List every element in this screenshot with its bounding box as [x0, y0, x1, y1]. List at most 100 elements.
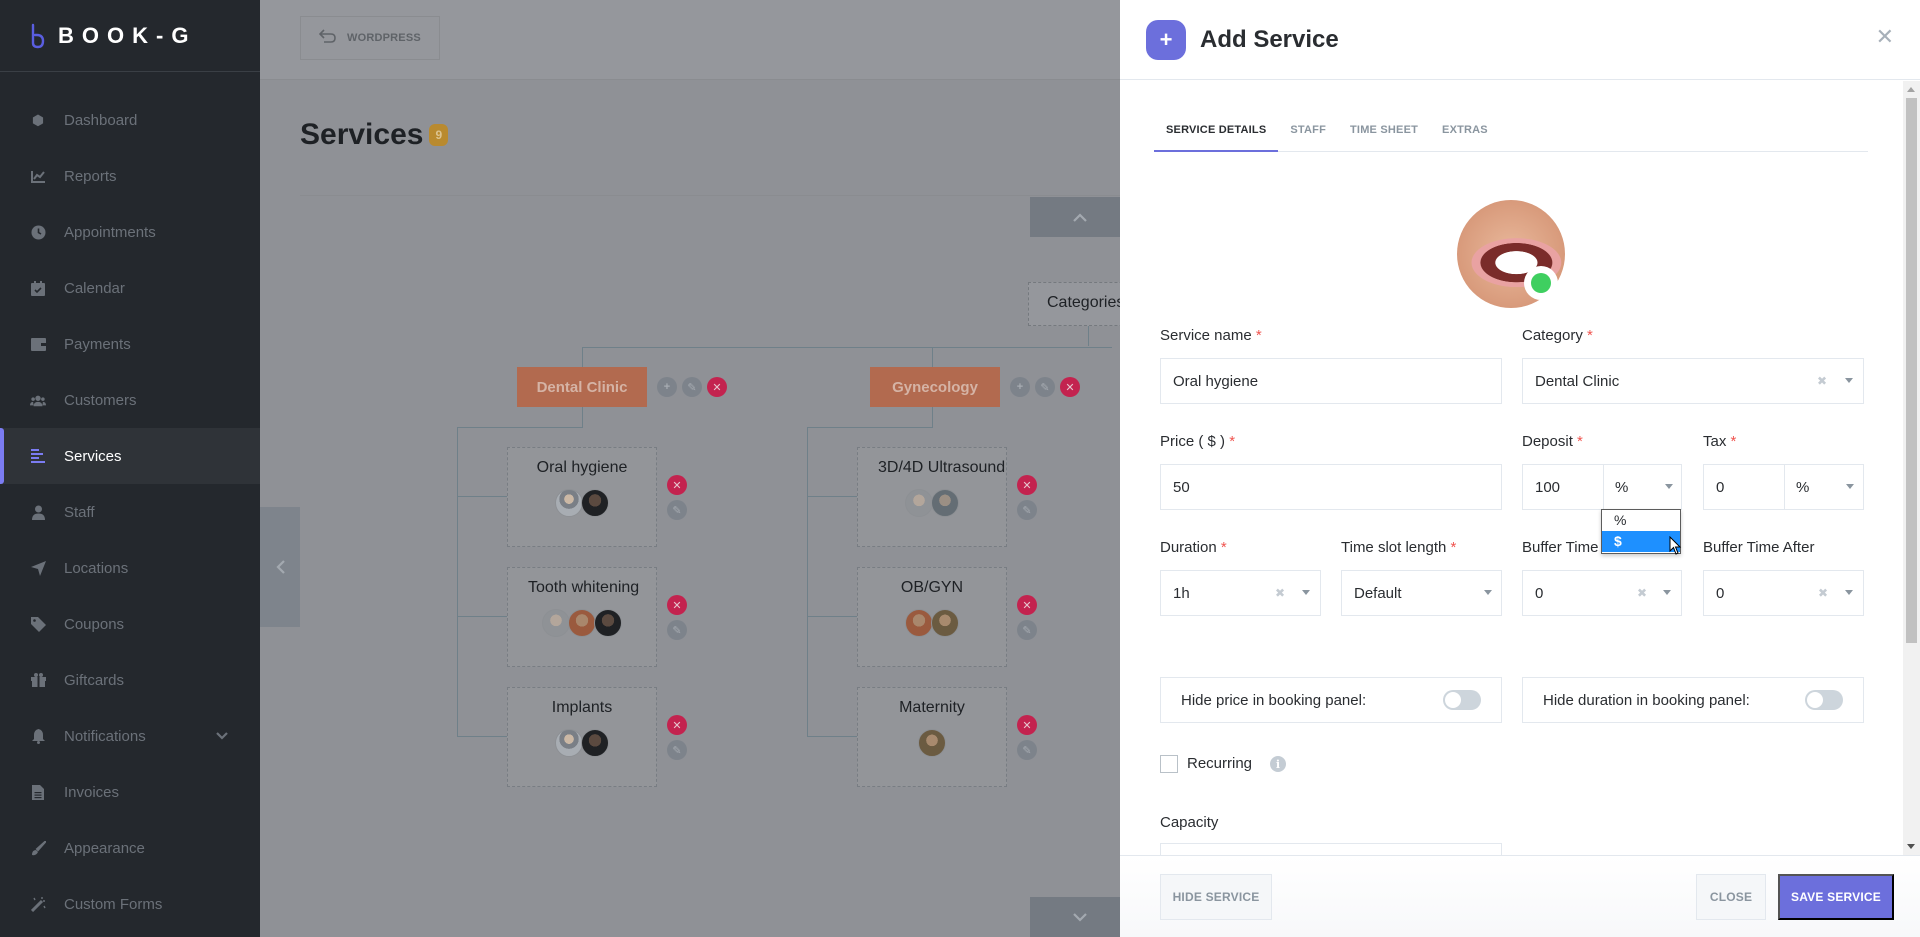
price-label: Price ( $ ) * — [1160, 433, 1236, 450]
sidebar-item-coupons[interactable]: Coupons — [0, 596, 260, 652]
category-node-dental-clinic[interactable]: Dental Clinic — [517, 367, 647, 407]
sidebar-item-giftcards[interactable]: Giftcards — [0, 652, 260, 708]
status-indicator[interactable] — [1524, 266, 1558, 300]
service-card[interactable]: 3D/4D Ultrasound — [857, 447, 1007, 547]
buffer-after-select[interactable]: 0 ✖ — [1703, 570, 1864, 616]
scroll-left-button[interactable] — [260, 507, 300, 627]
services-page: WORDPRESS Services 9 Categories Dental C… — [260, 0, 1120, 937]
caret-down-icon — [1665, 484, 1673, 489]
service-card[interactable]: Tooth whitening — [507, 567, 657, 667]
service-card[interactable]: OB/GYN — [857, 567, 1007, 667]
clear-icon[interactable]: ✖ — [1817, 374, 1827, 388]
tax-unit-select[interactable]: % — [1796, 479, 1809, 496]
recurring-checkbox[interactable] — [1160, 755, 1178, 773]
tab-staff[interactable]: STAFF — [1278, 118, 1338, 152]
brush-icon — [30, 840, 46, 856]
sidebar-item-reports[interactable]: Reports — [0, 148, 260, 204]
delete-service-button[interactable]: ✕ — [1017, 475, 1037, 495]
clear-icon[interactable]: ✖ — [1275, 586, 1285, 600]
sidebar-item-invoices[interactable]: Invoices — [0, 764, 260, 820]
edit-service-button[interactable]: ✎ — [667, 740, 687, 760]
sidebar-item-services[interactable]: Services — [0, 428, 260, 484]
info-icon[interactable]: i — [1270, 756, 1286, 772]
delete-service-button[interactable]: ✕ — [667, 475, 687, 495]
delete-service-button[interactable]: ✕ — [667, 595, 687, 615]
delete-category-button[interactable]: ✕ — [1060, 377, 1080, 397]
tab-extras[interactable]: EXTRAS — [1430, 118, 1500, 152]
hide-service-button[interactable]: HIDE SERVICE — [1160, 874, 1272, 920]
edit-service-button[interactable]: ✎ — [667, 620, 687, 640]
service-name-input[interactable]: Oral hygiene — [1160, 358, 1502, 404]
deposit-unit-select[interactable]: % — [1615, 479, 1628, 496]
hide-duration-toggle[interactable] — [1805, 690, 1843, 710]
close-button[interactable]: CLOSE — [1696, 874, 1766, 920]
buffer-before-select[interactable]: 0 ✖ — [1522, 570, 1682, 616]
sidebar-item-payments[interactable]: Payments — [0, 316, 260, 372]
scroll-up-button[interactable] — [1030, 197, 1120, 237]
sidebar-item-locations[interactable]: Locations — [0, 540, 260, 596]
edit-service-button[interactable]: ✎ — [1017, 500, 1037, 520]
deposit-input[interactable]: 100 % — [1522, 464, 1682, 510]
category-node-gynecology[interactable]: Gynecology — [870, 367, 1000, 407]
price-input[interactable]: 50 — [1160, 464, 1502, 510]
category-select[interactable]: Dental Clinic ✖ — [1522, 358, 1864, 404]
caret-down-icon — [1663, 590, 1671, 595]
service-card[interactable]: Maternity — [857, 687, 1007, 787]
tab-service-details[interactable]: SERVICE DETAILS — [1154, 118, 1279, 152]
sidebar-item-appointments[interactable]: Appointments — [0, 204, 260, 260]
avatar — [542, 609, 570, 637]
scrollbar-thumb[interactable] — [1906, 98, 1917, 643]
edit-category-button[interactable]: ✎ — [1035, 377, 1055, 397]
edit-category-button[interactable]: ✎ — [682, 377, 702, 397]
brand-logo[interactable]: BOOK-G — [0, 0, 260, 72]
duration-select[interactable]: 1h ✖ — [1160, 570, 1321, 616]
capacity-input[interactable] — [1160, 843, 1502, 855]
caret-down-icon — [1845, 378, 1853, 383]
tree-connector — [807, 427, 933, 428]
clear-icon[interactable]: ✖ — [1818, 586, 1828, 600]
close-icon[interactable]: ✕ — [1876, 24, 1894, 50]
tree-connector — [932, 407, 933, 427]
sidebar-item-staff[interactable]: Staff — [0, 484, 260, 540]
delete-service-button[interactable]: ✕ — [667, 715, 687, 735]
service-card[interactable]: Oral hygiene — [507, 447, 657, 547]
sidebar-item-notifications[interactable]: Notifications — [0, 708, 260, 764]
time-slot-length-select[interactable]: Default — [1341, 570, 1502, 616]
tag-icon — [30, 616, 46, 632]
delete-service-button[interactable]: ✕ — [1017, 595, 1037, 615]
back-to-wordpress-button[interactable]: WORDPRESS — [300, 16, 440, 60]
chevron-down-icon[interactable] — [216, 729, 228, 743]
scroll-down-arrow-icon[interactable] — [1907, 844, 1915, 849]
hide-price-toggle[interactable] — [1443, 690, 1481, 710]
dropdown-option-percent[interactable]: % — [1602, 510, 1680, 531]
clear-icon[interactable]: ✖ — [1637, 586, 1647, 600]
edit-service-button[interactable]: ✎ — [1017, 620, 1037, 640]
recurring-label[interactable]: Recurring — [1187, 755, 1252, 772]
edit-service-button[interactable]: ✎ — [667, 500, 687, 520]
hide-duration-label: Hide duration in booking panel: — [1543, 691, 1750, 709]
scroll-up-arrow-icon[interactable] — [1907, 87, 1915, 92]
tax-input[interactable]: 0 % — [1703, 464, 1864, 510]
hide-price-label: Hide price in booking panel: — [1181, 691, 1367, 709]
add-service-button[interactable]: + — [1010, 377, 1030, 397]
sidebar-item-label: Appointments — [64, 223, 156, 241]
sidebar-item-calendar[interactable]: Calendar — [0, 260, 260, 316]
edit-service-button[interactable]: ✎ — [1017, 740, 1037, 760]
sidebar-item-custom-forms[interactable]: Custom Forms — [0, 876, 260, 932]
staff-avatars — [508, 609, 656, 637]
chevron-down-icon — [1073, 912, 1087, 922]
categories-root-node[interactable]: Categories — [1028, 282, 1120, 326]
avatar — [581, 489, 609, 517]
save-service-button[interactable]: SAVE SERVICE — [1778, 874, 1894, 920]
add-service-button[interactable]: + — [657, 377, 677, 397]
delete-category-button[interactable]: ✕ — [707, 377, 727, 397]
scroll-down-button[interactable] — [1030, 897, 1120, 937]
sidebar-item-dashboard[interactable]: ⬢ Dashboard — [0, 92, 260, 148]
delete-service-button[interactable]: ✕ — [1017, 715, 1037, 735]
service-card[interactable]: Implants — [507, 687, 657, 787]
drawer-scrollbar[interactable] — [1903, 81, 1920, 855]
tab-time-sheet[interactable]: TIME SHEET — [1338, 118, 1430, 152]
tree-connector — [457, 496, 507, 497]
sidebar-item-appearance[interactable]: Appearance — [0, 820, 260, 876]
sidebar-item-customers[interactable]: Customers — [0, 372, 260, 428]
